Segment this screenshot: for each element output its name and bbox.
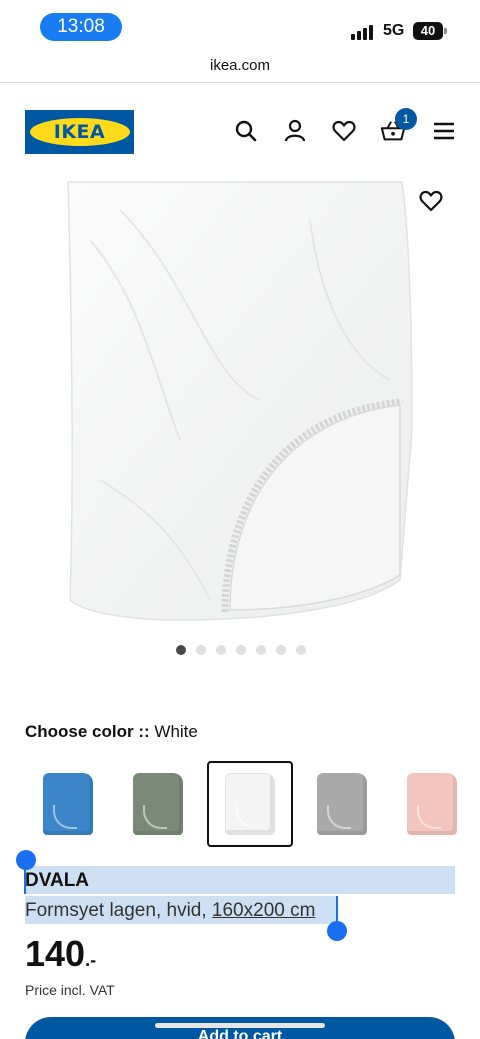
- carousel-dot[interactable]: [196, 645, 206, 655]
- ikea-logo[interactable]: IKEA: [25, 110, 134, 154]
- swatch-image: [133, 773, 183, 835]
- color-swatch-grey[interactable]: [300, 762, 384, 846]
- choose-color-label: Choose color :: White: [25, 722, 198, 742]
- heart-icon[interactable]: [331, 118, 357, 144]
- carousel-dot[interactable]: [216, 645, 226, 655]
- swatch-image: [317, 773, 367, 835]
- product-price: 140.-: [25, 933, 96, 975]
- price-note: Price incl. VAT: [25, 982, 115, 998]
- selection-start-line: [24, 866, 26, 894]
- carousel-dot[interactable]: [176, 645, 186, 655]
- status-time: 13:08: [40, 13, 122, 41]
- battery-icon: 40: [413, 22, 447, 40]
- selection-start-handle[interactable]: [16, 850, 36, 870]
- image-carousel-dots[interactable]: [176, 645, 306, 655]
- swatch-image: [225, 773, 275, 835]
- address-bar[interactable]: ikea.com: [0, 52, 480, 83]
- logo-text: IKEA: [53, 121, 106, 143]
- choose-color-title: Choose color ::: [25, 722, 150, 741]
- swatch-image: [407, 773, 457, 835]
- price-value: 140: [25, 933, 86, 974]
- user-icon[interactable]: [282, 118, 308, 144]
- cart-count-badge[interactable]: 1: [395, 108, 417, 130]
- text-selection-highlight: [25, 866, 455, 894]
- status-bar: 13:08 5G 40: [0, 0, 480, 52]
- carousel-dot[interactable]: [276, 645, 286, 655]
- price-suffix: .-: [85, 950, 97, 970]
- product-image[interactable]: [60, 180, 420, 625]
- network-label: 5G: [383, 22, 405, 39]
- add-to-favorites-icon[interactable]: [418, 188, 444, 214]
- color-swatch-blue[interactable]: [26, 762, 110, 846]
- product-description: Formsyet lagen, hvid, 160x200 cm: [25, 900, 315, 922]
- color-swatch-pink[interactable]: [390, 762, 474, 846]
- carousel-dot[interactable]: [256, 645, 266, 655]
- color-swatch-green[interactable]: [116, 762, 200, 846]
- site-header: IKEA 1: [0, 96, 480, 166]
- selected-color-name: White: [154, 722, 198, 741]
- search-icon[interactable]: [233, 118, 259, 144]
- menu-icon[interactable]: [431, 118, 457, 144]
- product-size-link[interactable]: 160x200 cm: [212, 900, 316, 921]
- product-description-text: Formsyet lagen, hvid,: [25, 900, 207, 921]
- carousel-dot[interactable]: [236, 645, 246, 655]
- product-name: DVALA: [25, 870, 90, 891]
- carousel-dot[interactable]: [296, 645, 306, 655]
- home-indicator[interactable]: [155, 1023, 325, 1028]
- selection-end-handle[interactable]: [327, 921, 347, 941]
- signal-icon: [351, 24, 375, 40]
- add-to-cart-button[interactable]: Add to cart: [25, 1017, 455, 1039]
- swatch-image: [43, 773, 93, 835]
- color-swatch-white[interactable]: [207, 761, 293, 847]
- selection-end-line: [336, 896, 338, 924]
